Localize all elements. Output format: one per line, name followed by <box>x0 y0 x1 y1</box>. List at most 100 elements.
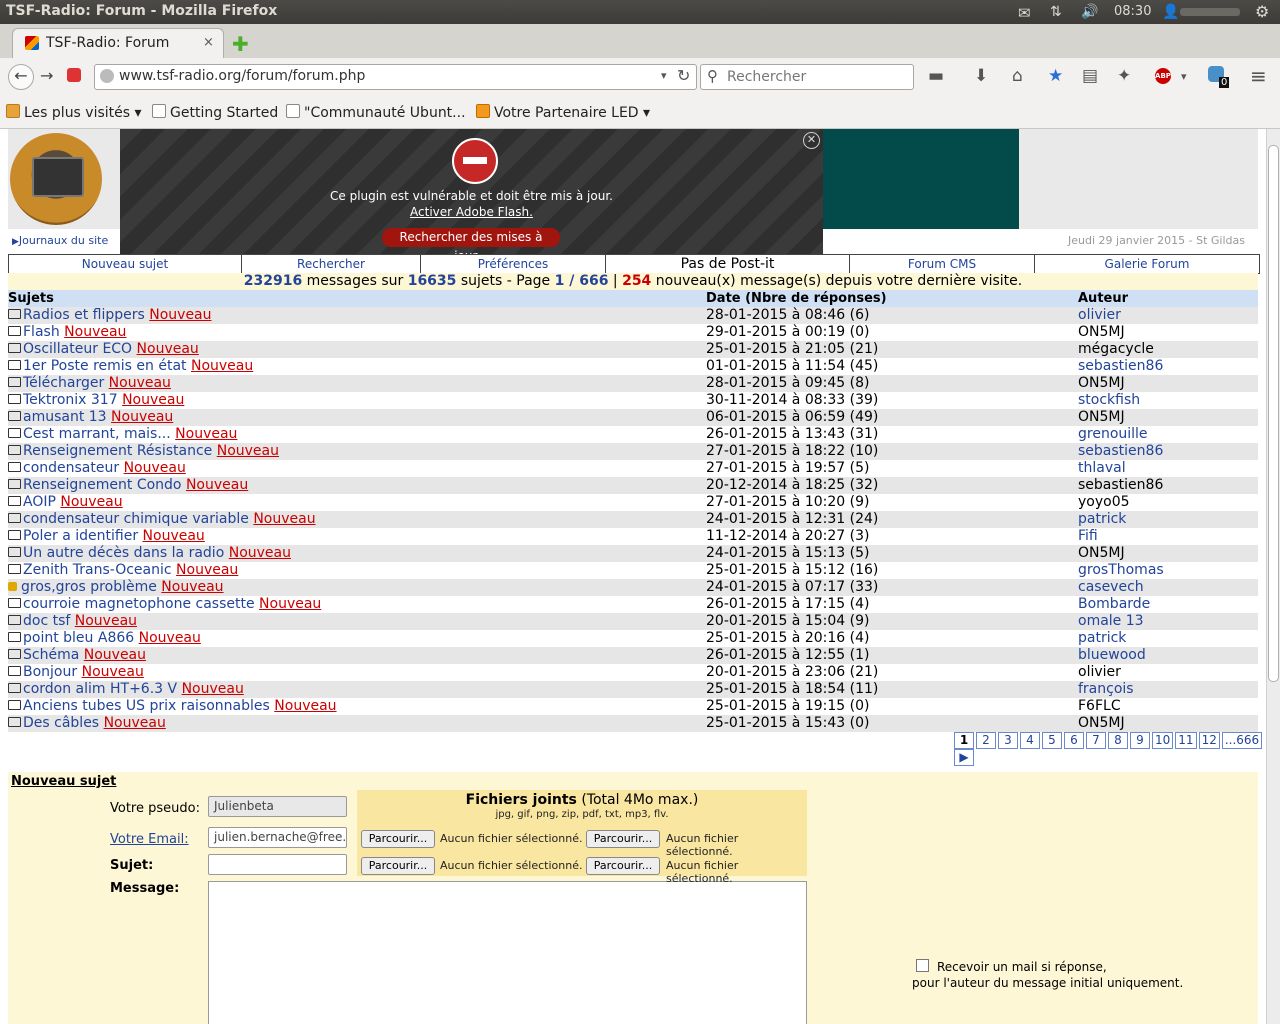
site-journals-link[interactable]: ▶Journaux du site <box>12 234 108 247</box>
pocket-icon[interactable] <box>67 68 81 82</box>
check-updates-button[interactable]: Rechercher des mises à jour... <box>382 228 560 263</box>
activate-flash-link[interactable]: Activer Adobe Flash. <box>120 205 823 219</box>
topic-link[interactable]: Cest marrant, mais... <box>23 426 171 442</box>
topic-link[interactable]: Un autre décès dans la radio <box>23 545 224 561</box>
topic-author[interactable]: patrick <box>1078 630 1126 647</box>
browse-button-3[interactable]: Parcourir... <box>361 857 435 875</box>
new-badge-link[interactable]: Nouveau <box>143 528 205 544</box>
site-identity-icon[interactable] <box>100 69 114 83</box>
new-tab-button[interactable]: ✚ <box>232 32 249 56</box>
settings-gear-icon[interactable]: ⚙ <box>1255 2 1269 21</box>
topic-link[interactable]: Flash <box>23 324 60 340</box>
topic-author[interactable]: thlaval <box>1078 460 1126 477</box>
page-link[interactable]: 8 <box>1108 732 1128 749</box>
topic-link[interactable]: Schéma <box>23 647 79 663</box>
new-badge-link[interactable]: Nouveau <box>186 477 248 493</box>
new-badge-link[interactable]: Nouveau <box>124 460 186 476</box>
new-badge-link[interactable]: Nouveau <box>161 579 223 595</box>
back-button[interactable]: ← <box>8 64 34 90</box>
url-history-dropdown-icon[interactable]: ▾ <box>661 69 667 82</box>
topic-link[interactable]: 1er Poste remis en état <box>23 358 187 374</box>
new-badge-link[interactable]: Nouveau <box>111 409 173 425</box>
reload-icon[interactable]: ↻ <box>677 66 690 85</box>
page-link[interactable]: 4 <box>1020 732 1040 749</box>
page-link[interactable]: 9 <box>1130 732 1150 749</box>
topic-link[interactable]: amusant 13 <box>23 409 107 425</box>
email-field[interactable]: julien.bernache@free.fr <box>208 827 347 848</box>
new-badge-link[interactable]: Nouveau <box>139 630 201 646</box>
topic-author[interactable]: sebastien86 <box>1078 443 1163 460</box>
topic-link[interactable]: condensateur <box>23 460 119 476</box>
topic-link[interactable]: point bleu A866 <box>23 630 134 646</box>
new-badge-link[interactable]: Nouveau <box>217 443 279 459</box>
page-link[interactable]: 1 <box>954 732 974 749</box>
new-badge-link[interactable]: Nouveau <box>64 324 126 340</box>
url-bar[interactable]: www.tsf-radio.org/forum/forum.php ▾ ↻ <box>94 64 697 90</box>
menu-new-topic[interactable]: Nouveau sujet <box>9 255 242 273</box>
topic-author[interactable]: casevech <box>1078 579 1144 596</box>
search-bar[interactable]: ⚲ Rechercher <box>700 64 914 90</box>
bookmark-most-visited[interactable]: Les plus visités ▾ <box>6 104 142 121</box>
new-badge-link[interactable]: Nouveau <box>253 511 315 527</box>
topic-link[interactable]: Tektronix 317 <box>23 392 118 408</box>
camera-icon[interactable]: ▬ <box>928 66 944 86</box>
topic-link[interactable]: Des câbles <box>23 715 99 731</box>
extension-icon[interactable]: ✦ <box>1117 66 1131 86</box>
new-badge-link[interactable]: Nouveau <box>149 307 211 323</box>
menu-gallery[interactable]: Galerie Forum <box>1035 255 1259 273</box>
topic-author[interactable]: sebastien86 <box>1078 358 1163 375</box>
page-link[interactable]: 12 <box>1198 732 1220 749</box>
network-icon[interactable]: ⇅ <box>1050 4 1062 20</box>
menu-no-postit[interactable]: Pas de Post-it <box>606 255 850 273</box>
menu-forum-cms[interactable]: Forum CMS <box>850 255 1035 273</box>
new-badge-link[interactable]: Nouveau <box>84 647 146 663</box>
topic-link[interactable]: cordon alim HT+6.3 V <box>23 681 177 697</box>
topic-author[interactable]: grenouille <box>1078 426 1148 443</box>
topic-author[interactable]: stockfish <box>1078 392 1140 409</box>
close-notice-icon[interactable]: ✕ <box>803 132 820 149</box>
topic-link[interactable]: Zenith Trans-Oceanic <box>23 562 172 578</box>
page-link[interactable]: 10 <box>1152 732 1174 749</box>
subject-field[interactable] <box>208 854 347 875</box>
topic-author[interactable]: grosThomas <box>1078 562 1164 579</box>
topic-link[interactable]: AOIP <box>23 494 56 510</box>
browse-button-2[interactable]: Parcourir... <box>586 830 660 848</box>
menu-preferences[interactable]: Préférences <box>421 255 606 273</box>
topic-link[interactable]: Anciens tubes US prix raisonnables <box>23 698 270 714</box>
clock[interactable]: 08:30 <box>1114 4 1151 19</box>
menu-search[interactable]: Rechercher <box>242 255 421 273</box>
page-link[interactable]: 11 <box>1175 732 1197 749</box>
new-badge-link[interactable]: Nouveau <box>274 698 336 714</box>
topic-author[interactable]: Bombarde <box>1078 596 1150 613</box>
page-link[interactable]: 3 <box>998 732 1018 749</box>
topic-link[interactable]: condensateur chimique variable <box>23 511 249 527</box>
new-badge-link[interactable]: Nouveau <box>109 375 171 391</box>
bookmark-communaute-ubuntu[interactable]: "Communauté Ubunt... <box>286 104 466 121</box>
volume-icon[interactable]: 🔊 <box>1081 4 1098 20</box>
new-badge-link[interactable]: Nouveau <box>137 341 199 357</box>
new-badge-link[interactable]: Nouveau <box>182 681 244 697</box>
browse-button-1[interactable]: Parcourir... <box>361 830 435 848</box>
adblock-icon[interactable]: ABP <box>1155 68 1171 84</box>
next-page-button[interactable]: ▶ <box>954 749 974 766</box>
new-badge-link[interactable]: Nouveau <box>175 426 237 442</box>
topic-link[interactable]: Oscillateur ECO <box>23 341 132 357</box>
message-textarea[interactable] <box>208 881 807 1024</box>
new-badge-link[interactable]: Nouveau <box>259 596 321 612</box>
new-badge-link[interactable]: Nouveau <box>176 562 238 578</box>
bookmark-star-icon[interactable]: ★ <box>1048 66 1063 86</box>
topic-author[interactable]: patrick <box>1078 511 1126 528</box>
topic-link[interactable]: Télécharger <box>23 375 104 391</box>
scrollbar-thumb[interactable] <box>1268 145 1279 682</box>
page-link[interactable]: ...666 <box>1221 732 1263 749</box>
topic-link[interactable]: Renseignement Condo <box>23 477 181 493</box>
page-link[interactable]: 7 <box>1086 732 1106 749</box>
topic-author[interactable]: Fifi <box>1078 528 1098 545</box>
topic-link[interactable]: Poler a identifier <box>23 528 138 544</box>
new-badge-link[interactable]: Nouveau <box>122 392 184 408</box>
topic-author[interactable]: omale 13 <box>1078 613 1144 630</box>
menu-icon[interactable]: ≡ <box>1250 64 1267 88</box>
email-label-link[interactable]: Votre Email: <box>110 832 189 847</box>
bookmark-getting-started[interactable]: Getting Started <box>152 104 278 121</box>
forward-button[interactable]: → <box>40 66 53 85</box>
